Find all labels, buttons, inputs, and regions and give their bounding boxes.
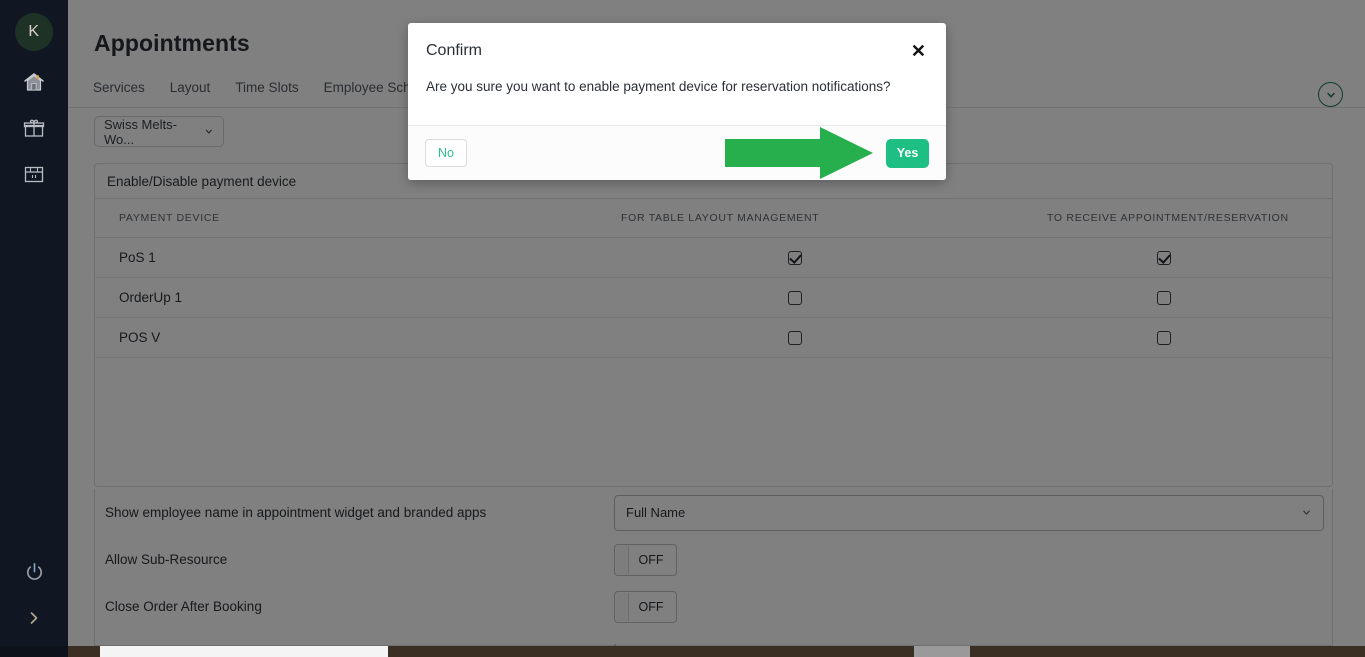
scrollbar-thumb[interactable] xyxy=(100,646,388,657)
sidebar-item-logout[interactable] xyxy=(0,549,68,595)
app-root: Appointments Services Layout Time Slots … xyxy=(0,0,1365,657)
close-icon[interactable]: ✕ xyxy=(911,42,926,60)
horizontal-scrollbar[interactable] xyxy=(68,646,1365,657)
store-box-icon xyxy=(22,162,46,186)
yes-button[interactable]: Yes xyxy=(886,139,929,168)
dialog-header: Confirm ✕ xyxy=(408,23,946,79)
left-sidebar: K xyxy=(0,0,68,657)
dialog-message: Are you sure you want to enable payment … xyxy=(408,79,946,125)
home-icon xyxy=(22,70,46,94)
chevron-right-icon xyxy=(26,610,42,626)
gift-icon xyxy=(22,116,46,140)
no-button[interactable]: No xyxy=(425,139,467,167)
scrollbar-segment xyxy=(914,646,970,657)
sidebar-bottom-edge xyxy=(0,646,68,657)
sidebar-item-home[interactable] xyxy=(0,59,68,105)
sidebar-item-store[interactable] xyxy=(0,151,68,197)
avatar[interactable]: K xyxy=(15,13,53,51)
dialog-title: Confirm xyxy=(426,42,482,60)
power-icon xyxy=(23,561,46,584)
sidebar-expand-button[interactable] xyxy=(0,595,68,641)
dialog-footer: No Yes xyxy=(408,125,946,180)
confirm-dialog: Confirm ✕ Are you sure you want to enabl… xyxy=(408,23,946,180)
sidebar-bottom-group xyxy=(0,549,68,657)
sidebar-item-gift[interactable] xyxy=(0,105,68,151)
